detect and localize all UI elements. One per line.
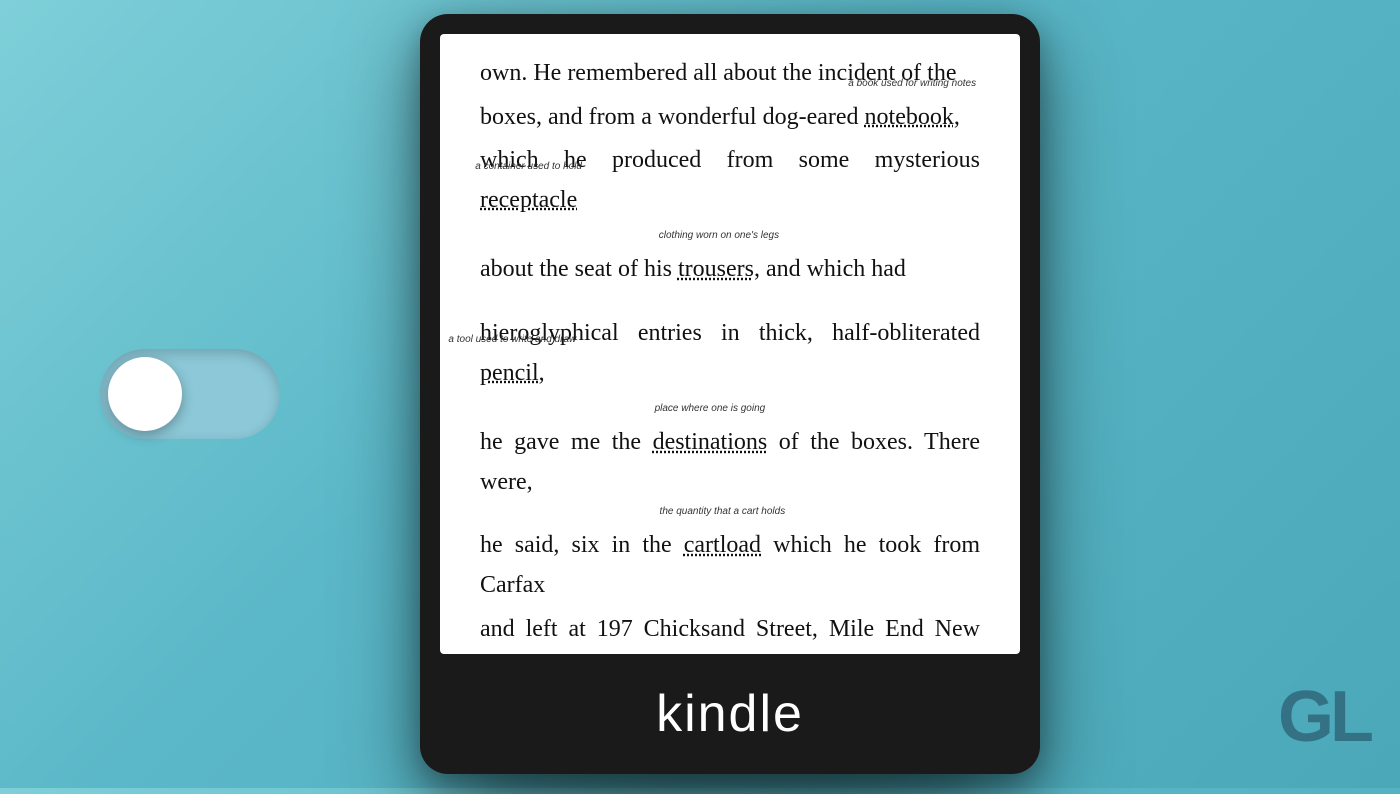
text-line-7: he said, six in the the quantity that a … [480, 526, 980, 605]
text-line-4: about the seat of his clothing worn on o… [480, 250, 980, 290]
kindle-logo: kindle [656, 684, 804, 744]
annotation-trousers: clothing worn on one's legs trousers, [678, 250, 760, 290]
annotation-destinations: place where one is going destinations [653, 423, 768, 463]
text-line-3: which he produced from some mysterious a… [480, 141, 980, 220]
text-line-8: and left at 197 Chicksand Street, Mile E… [480, 610, 980, 654]
word-trousers: trousers [678, 256, 754, 282]
toggle-switch[interactable] [100, 349, 280, 439]
text-line-2: boxes, and from a wonderful dog-eared a … [480, 98, 980, 138]
toggle-thumb [108, 357, 182, 431]
kindle-screen: own. He remembered all about the inciden… [440, 34, 1020, 654]
annotation-pencil: a tool used to write and draw pencil, [480, 354, 545, 394]
annotation-receptacle-text: a container used to hold [475, 159, 582, 176]
annotation-pencil-text: a tool used to write and draw [448, 332, 576, 349]
kindle-bottom: kindle [420, 654, 1040, 774]
kindle-device: own. He remembered all about the inciden… [420, 14, 1040, 774]
annotation-notebook-text: a book used for writing notes [848, 76, 976, 93]
word-destinations: destinations [653, 429, 768, 455]
toggle-track[interactable] [100, 349, 280, 439]
gl-logo-container: GL [1278, 676, 1370, 758]
annotation-trousers-text: clothing worn on one's legs [659, 228, 779, 245]
word-receptacle: receptacle [480, 187, 577, 213]
annotation-receptacle: a container used to hold receptacle [480, 181, 577, 221]
annotation-cartload: the quantity that a cart holds cartload [684, 526, 761, 566]
annotation-destinations-text: place where one is going [655, 401, 766, 418]
word-notebook: notebook [865, 104, 954, 130]
text-line-6: he gave me the place where one is going … [480, 423, 980, 502]
book-text: own. He remembered all about the inciden… [480, 54, 980, 654]
word-cartload: cartload [684, 532, 761, 558]
word-pencil: pencil [480, 360, 539, 386]
text-line-5: hieroglyphical entries in thick, half-ob… [480, 314, 980, 393]
screen-content: own. He remembered all about the inciden… [440, 34, 1020, 654]
annotation-cartload-text: the quantity that a cart holds [660, 504, 786, 521]
gl-logo-text: GL [1278, 677, 1370, 757]
annotation-notebook: a book used for writing notes notebook, [865, 98, 960, 138]
